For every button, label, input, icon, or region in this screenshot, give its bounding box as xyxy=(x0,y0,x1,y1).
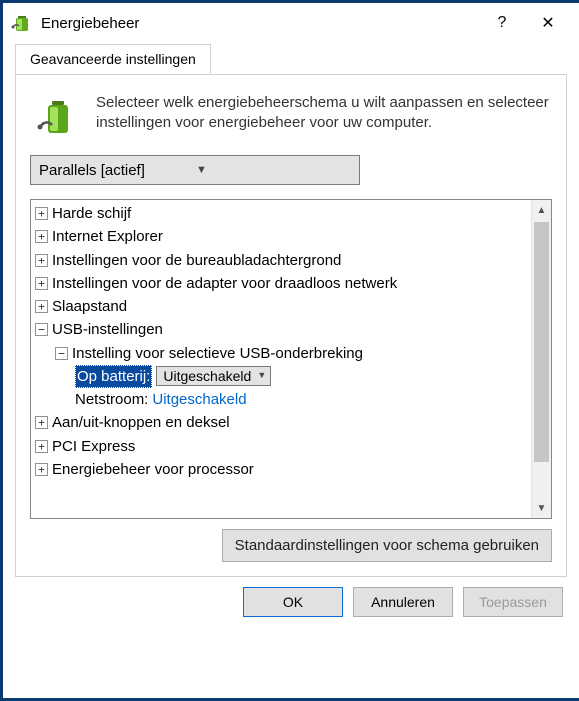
intro-row: Selecteer welk energiebeheerschema u wil… xyxy=(30,93,552,139)
expand-icon[interactable]: + xyxy=(35,207,48,220)
chevron-down-icon: ▼ xyxy=(196,164,353,176)
expand-icon[interactable]: + xyxy=(35,230,48,243)
tree-label: Slaapstand xyxy=(52,295,127,318)
restore-defaults-button[interactable]: Standaardinstellingen voor schema gebrui… xyxy=(222,529,552,562)
power-plan-value: Parallels [actief] xyxy=(39,162,196,179)
tab-advanced-settings[interactable]: Geavanceerde instellingen xyxy=(15,44,211,74)
tree-label: Internet Explorer xyxy=(52,225,163,248)
title-bar: Energiebeheer ? ✕ xyxy=(3,3,579,43)
tree-label: Harde schijf xyxy=(52,202,131,225)
expand-icon[interactable]: + xyxy=(35,440,48,453)
on-battery-value-select[interactable]: Uitgeschakeld ▼ xyxy=(156,366,271,386)
collapse-icon[interactable]: − xyxy=(55,347,68,360)
tree-label: Instellingen voor de adapter voor draadl… xyxy=(52,272,397,295)
power-plan-select[interactable]: Parallels [actief] ▼ xyxy=(30,155,360,185)
expand-icon[interactable]: + xyxy=(35,254,48,267)
tree-item-sleep[interactable]: + Slaapstand xyxy=(33,295,529,318)
tree-label: Netstroom: xyxy=(75,388,148,411)
selected-tree-label: Op batterij: xyxy=(75,365,152,388)
tab-panel: Selecteer welk energiebeheerschema u wil… xyxy=(15,75,567,577)
ok-button[interactable]: OK xyxy=(243,587,343,617)
tree-item-usb[interactable]: − USB-instellingen xyxy=(33,318,529,341)
tab-strip: Geavanceerde instellingen xyxy=(3,43,579,75)
tree-item-power-buttons[interactable]: + Aan/uit-knoppen en deksel xyxy=(33,411,529,434)
restore-defaults-row: Standaardinstellingen voor schema gebrui… xyxy=(30,529,552,562)
tree-label: Instelling voor selectieve USB-onderbrek… xyxy=(72,342,363,365)
expand-icon[interactable]: + xyxy=(35,416,48,429)
dialog-button-row: OK Annuleren Toepassen xyxy=(3,587,579,631)
apply-button[interactable]: Toepassen xyxy=(463,587,563,617)
tree-item-ie[interactable]: + Internet Explorer xyxy=(33,225,529,248)
scroll-up-icon[interactable]: ▲ xyxy=(532,200,551,220)
close-button[interactable]: ✕ xyxy=(525,7,571,39)
tree-item-hard-disk[interactable]: + Harde schijf xyxy=(33,202,529,225)
tree-label: Instellingen voor de bureaubladachtergro… xyxy=(52,249,341,272)
battery-app-icon xyxy=(11,12,33,34)
tree-item-desktop-bg[interactable]: + Instellingen voor de bureaubladachterg… xyxy=(33,249,529,272)
window-title: Energiebeheer xyxy=(41,15,479,32)
scrollbar[interactable]: ▲ ▼ xyxy=(531,200,551,518)
chevron-down-icon: ▼ xyxy=(257,369,266,383)
cancel-button[interactable]: Annuleren xyxy=(353,587,453,617)
scroll-down-icon[interactable]: ▼ xyxy=(532,498,551,518)
expand-icon[interactable]: + xyxy=(35,300,48,313)
tree-item-plugged-in[interactable]: Netstroom: Uitgeschakeld xyxy=(33,388,529,411)
tree-item-processor-power[interactable]: + Energiebeheer voor processor xyxy=(33,458,529,481)
select-value: Uitgeschakeld xyxy=(163,366,251,388)
help-button[interactable]: ? xyxy=(479,7,525,39)
settings-tree-container: + Harde schijf + Internet Explorer + Ins… xyxy=(30,199,552,519)
tree-label: USB-instellingen xyxy=(52,318,163,341)
tree-label: PCI Express xyxy=(52,435,135,458)
tree-item-on-battery[interactable]: Op batterij: Uitgeschakeld ▼ xyxy=(33,365,529,388)
tree-item-wireless[interactable]: + Instellingen voor de adapter voor draa… xyxy=(33,272,529,295)
tree-item-pci-express[interactable]: + PCI Express xyxy=(33,435,529,458)
tree-label: Aan/uit-knoppen en deksel xyxy=(52,411,230,434)
expand-icon[interactable]: + xyxy=(35,463,48,476)
intro-text: Selecteer welk energiebeheerschema u wil… xyxy=(96,93,552,139)
collapse-icon[interactable]: − xyxy=(35,323,48,336)
settings-tree[interactable]: + Harde schijf + Internet Explorer + Ins… xyxy=(31,200,531,518)
scroll-thumb[interactable] xyxy=(534,222,549,462)
tree-item-usb-suspend[interactable]: − Instelling voor selectieve USB-onderbr… xyxy=(33,342,529,365)
plugged-in-value[interactable]: Uitgeschakeld xyxy=(152,388,246,411)
battery-icon xyxy=(36,95,80,139)
tree-label: Energiebeheer voor processor xyxy=(52,458,254,481)
expand-icon[interactable]: + xyxy=(35,277,48,290)
